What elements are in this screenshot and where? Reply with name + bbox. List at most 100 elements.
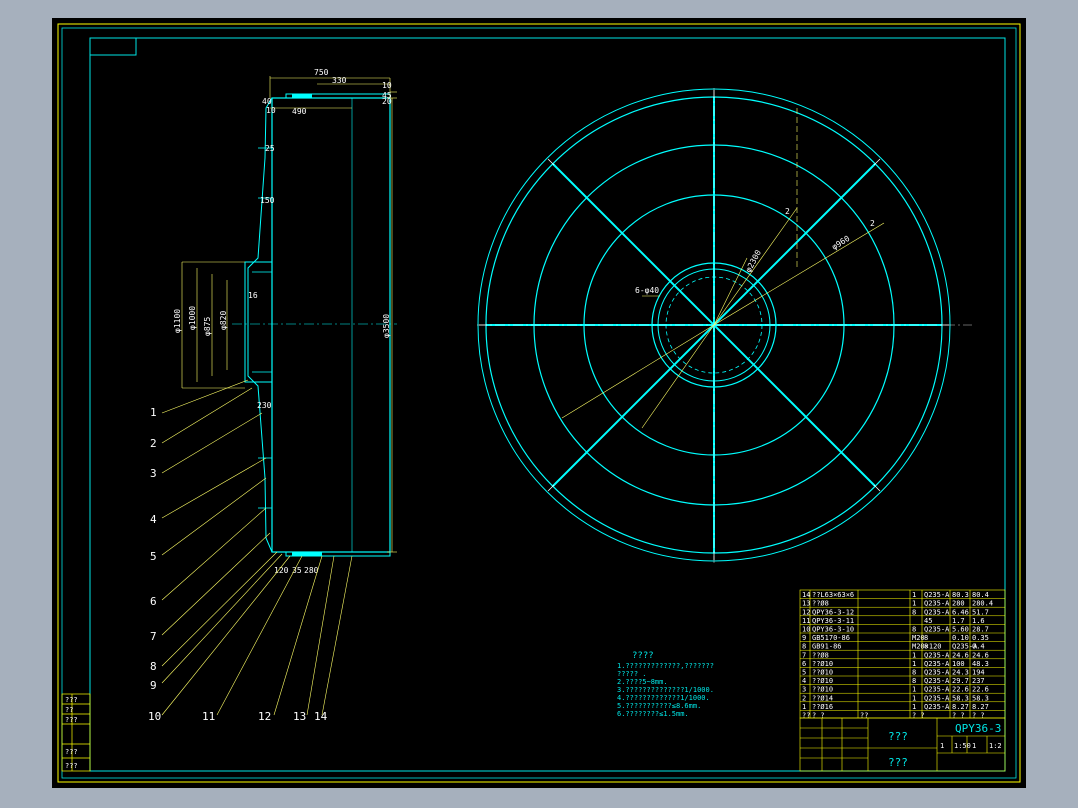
parts-cell: 1.7 (952, 617, 965, 625)
leader-5: 5 (150, 550, 157, 563)
dim-490: 490 (292, 107, 307, 116)
parts-cell: 6 (802, 660, 806, 668)
dim-phi2300: φ2300 (744, 248, 763, 274)
notes-title: ???? (632, 651, 654, 661)
parts-cell: 80.4 (972, 591, 989, 599)
parts-cell: Q235-A (924, 608, 950, 616)
parts-cell: 8 (912, 608, 916, 616)
note-line-6: 5.???????????≤8.6mm. (617, 702, 701, 710)
parts-cell: ??Ø8 (812, 600, 829, 608)
scale-cell-1: 1:50 (954, 742, 971, 750)
parts-cell: 1 (912, 591, 916, 599)
parts-cell: 0.35 (972, 634, 989, 642)
side-cell-0: ??? (65, 696, 78, 704)
parts-cell: ??L63×63×6 (812, 591, 854, 599)
parts-cell: Q235-A (924, 677, 950, 685)
scale-cell-0: 1 (940, 742, 944, 750)
parts-cell: ??Ø16 (812, 703, 833, 711)
parts-cell: 10 (802, 626, 810, 634)
parts-cell: Q235-A (924, 600, 950, 608)
company-name: ??? (888, 756, 908, 769)
technical-notes: ???? 1.?????????????,??????? ????? . 2.?… (617, 651, 714, 718)
parts-cell: 1 (912, 600, 916, 608)
parts-cell: Q235-A (924, 703, 950, 711)
parts-cell: Q235-A (924, 626, 950, 634)
note-line-7: 6.????????≤1.5mm. (617, 710, 689, 718)
dim-phi875: φ875 (203, 317, 212, 336)
parts-cell: Q235-A (924, 660, 950, 668)
side-cell-3: ??? (65, 748, 78, 756)
dim-2a: 2 (785, 207, 790, 216)
dim-330: 330 (332, 76, 347, 85)
parts-cell: ??Ø10 (812, 686, 833, 694)
note-line-3: 2.????5~8mm. (617, 678, 668, 686)
parts-cell: 58.3 (972, 694, 989, 702)
scale-cell-3: 1:2 (989, 742, 1002, 750)
parts-cell: 5 (802, 669, 806, 677)
parts-cell: 80.3 (952, 591, 969, 599)
leader-8: 8 (150, 660, 157, 673)
dim-phi820: φ820 (219, 311, 228, 330)
dim-150: 150 (260, 196, 275, 205)
parts-cell: Q235-A (924, 686, 950, 694)
parts-cell: 1 (912, 703, 916, 711)
dim-120: 120 (274, 566, 289, 575)
note-line-2: ????? . (617, 670, 647, 678)
leader-11: 11 (202, 710, 215, 723)
parts-cell: 24.3 (952, 669, 969, 677)
leader-12: 12 (258, 710, 271, 723)
leader-3: 3 (150, 467, 157, 480)
leader-7: 7 (150, 630, 157, 643)
parts-cell: 0.10 (952, 634, 969, 642)
parts-cell: Q235-A (924, 591, 950, 599)
leader-14: 14 (314, 710, 328, 723)
side-cell-1: ?? (65, 706, 73, 714)
drawing-sheet: ??? ?? ??? ??? ??? 750 330 10 40 10 490 … (52, 18, 1026, 788)
parts-cell: 58.3 (952, 694, 969, 702)
part-name: ??? (888, 730, 908, 743)
parts-cell: 8.27 (972, 703, 989, 711)
parts-cell: 1 (802, 703, 806, 711)
parts-cell: 1 (912, 686, 916, 694)
parts-cell: 48.3 (972, 660, 989, 668)
parts-cell: 9 (802, 634, 806, 642)
parts-cell: 1.6 (972, 617, 985, 625)
parts-cell: QPY36-3-12 (812, 608, 854, 616)
parts-cell: 2 (802, 694, 806, 702)
parts-cell: QPY36-3-10 (812, 626, 854, 634)
parts-cell: 12 (802, 608, 810, 616)
corner-box (89, 37, 137, 56)
parts-cell: 8.27 (952, 703, 969, 711)
parts-cell: 1 (912, 694, 916, 702)
parts-cell: 5.60 (952, 626, 969, 634)
parts-cell: 11 (802, 617, 810, 625)
parts-cell: 1 (912, 651, 916, 659)
parts-cell: 22.6 (952, 686, 969, 694)
parts-cell: 22.6 (972, 686, 989, 694)
note-line-5: 4.?????????????1/1000. (617, 694, 710, 702)
parts-cell: 24.6 (952, 651, 969, 659)
side-view (232, 93, 397, 557)
parts-cell: 8 (802, 643, 806, 651)
leader-4: 4 (150, 513, 157, 526)
parts-cell: QPY36-3-11 (812, 617, 854, 625)
parts-cell: 8 (924, 643, 928, 651)
note-line-4: 3.??????????????1/1000. (617, 686, 714, 694)
dim-25: 25 (265, 144, 275, 153)
parts-cell: 8 (912, 626, 916, 634)
title-block: QPY36-3 ??? ??? 1 1:50 1 1:2 (799, 717, 1006, 772)
inner-frame (89, 37, 1006, 772)
drawing-number: QPY36-3 (955, 722, 1001, 735)
parts-cell: 237 (972, 677, 985, 685)
dim-6-phi40: 6-φ40 (635, 286, 659, 295)
leader-9: 9 (150, 679, 157, 692)
front-view (477, 88, 972, 563)
parts-cell: 280 (952, 600, 965, 608)
parts-cell: 8 (924, 634, 928, 642)
dim-phi1100: φ1100 (173, 309, 182, 333)
dim-16: 16 (248, 291, 258, 300)
parts-cell: Q235-A (924, 694, 950, 702)
drum-body (271, 97, 391, 553)
parts-cell: 280.4 (972, 600, 993, 608)
parts-cell: Q235-A (924, 651, 950, 659)
